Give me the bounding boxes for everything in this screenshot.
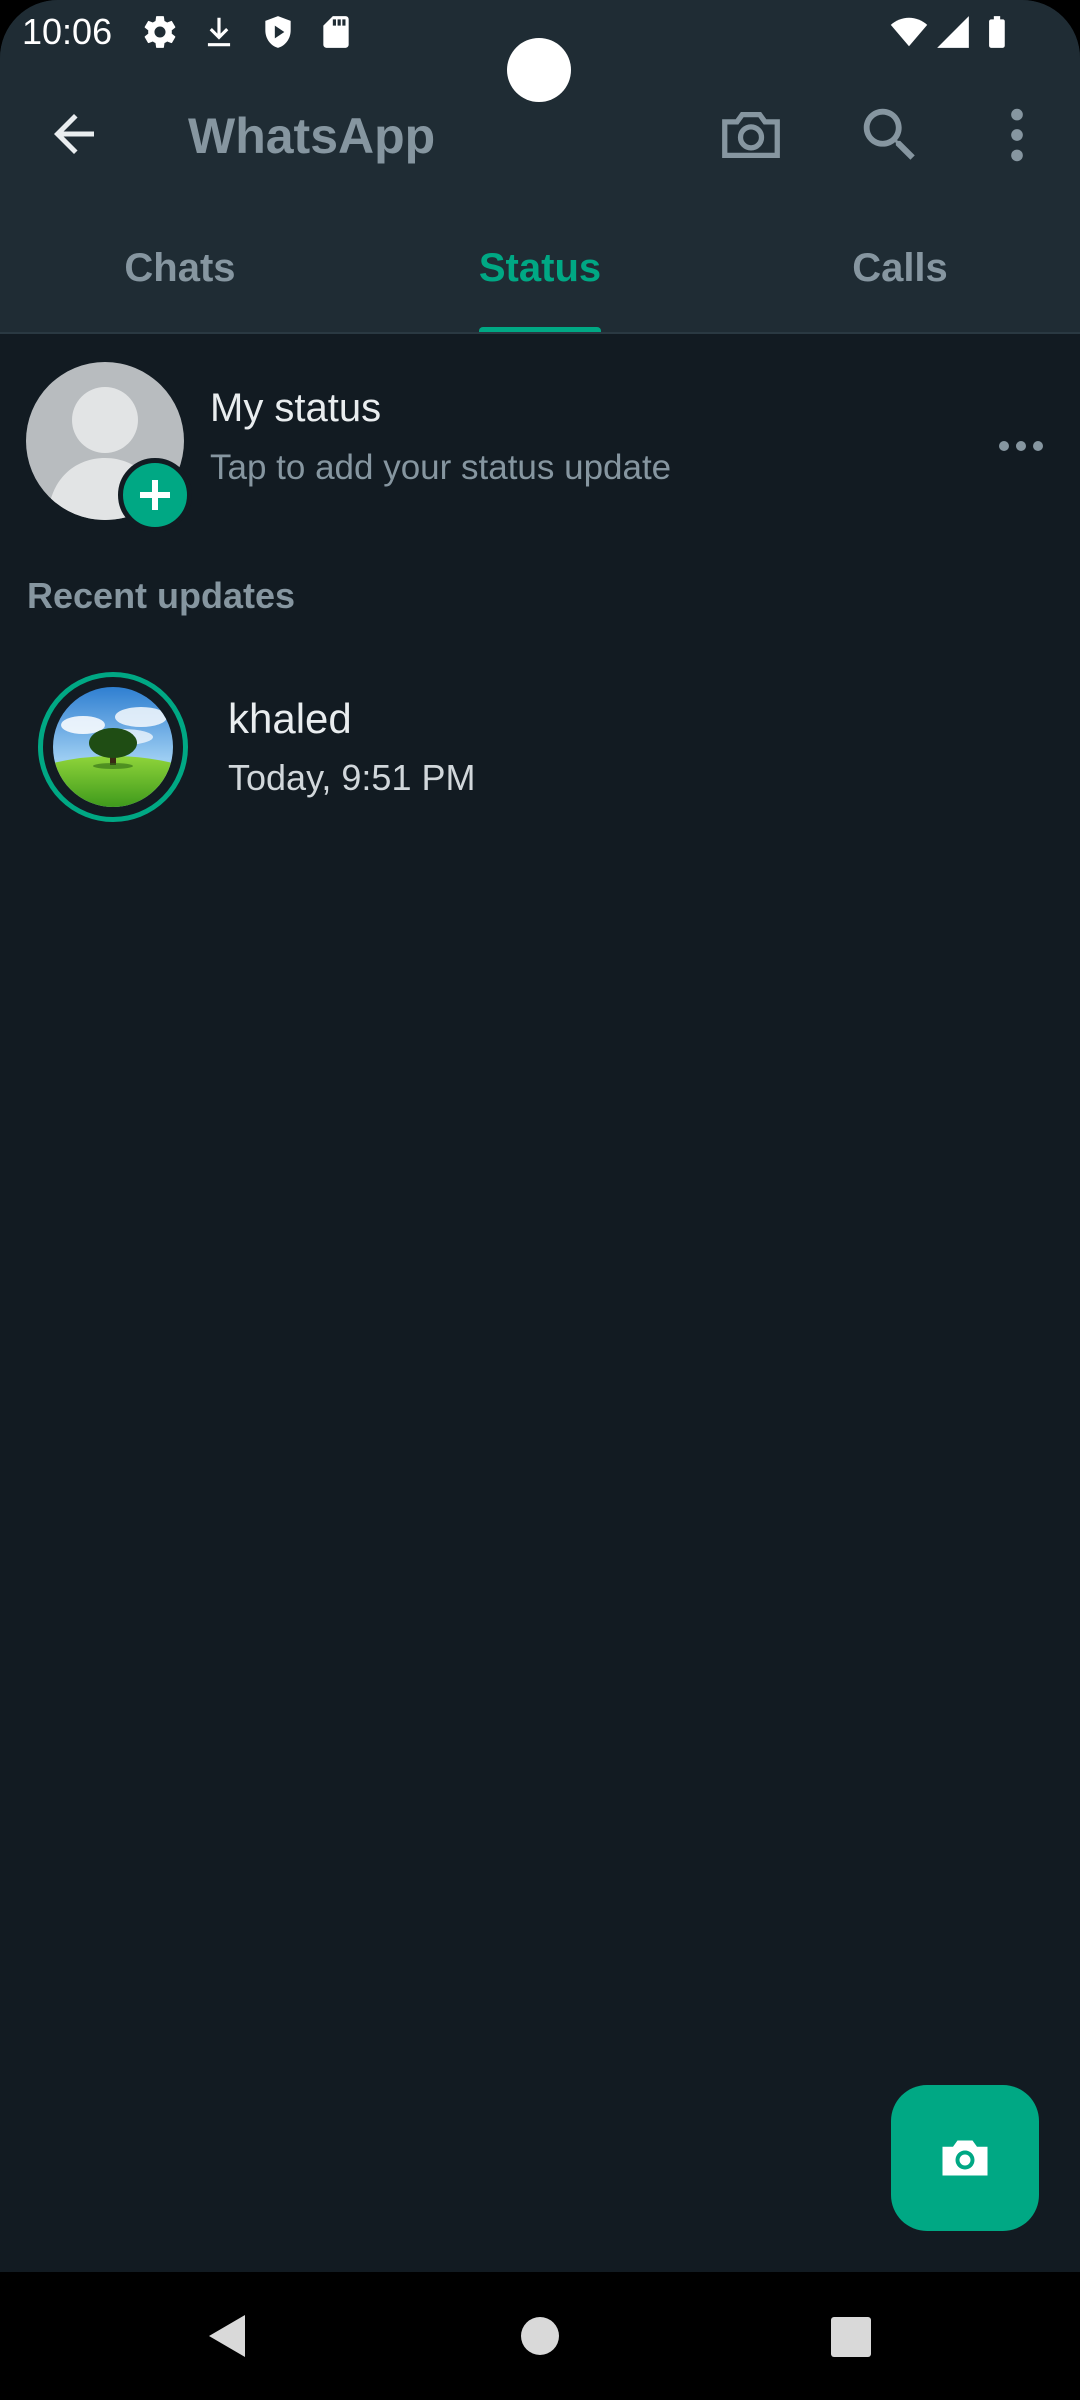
- my-status-row[interactable]: My status Tap to add your status update: [0, 350, 1080, 532]
- more-horizontal-icon[interactable]: [996, 426, 1046, 466]
- front-camera-cutout: [507, 38, 571, 102]
- home-circle-icon[interactable]: [520, 2316, 560, 2356]
- download-icon: [207, 17, 231, 47]
- unseen-status-ring: [38, 672, 188, 822]
- contact-name: khaled: [228, 695, 352, 742]
- tab-status[interactable]: Status: [360, 244, 720, 292]
- shield-icon: [265, 16, 291, 48]
- status-timestamp: Today, 9:51 PM: [228, 757, 476, 798]
- tree-landscape-image: [53, 687, 173, 807]
- add-status-badge[interactable]: [118, 458, 192, 532]
- search-icon[interactable]: [855, 100, 925, 170]
- my-status-title: My status: [210, 386, 382, 430]
- sd-card-icon: [323, 16, 349, 48]
- my-status-subtitle: Tap to add your status update: [210, 448, 672, 487]
- tab-bar: Chats Status Calls: [0, 222, 1080, 334]
- back-arrow-icon[interactable]: [44, 104, 104, 164]
- back-triangle-icon[interactable]: [203, 2311, 253, 2361]
- system-navigation-bar: [0, 2272, 1080, 2400]
- plus-icon: [140, 480, 170, 510]
- gear-icon: [144, 16, 176, 48]
- header-divider: [0, 332, 1080, 334]
- app-title: WhatsApp: [188, 108, 436, 164]
- status-list-item[interactable]: khaled Today, 9:51 PM: [0, 660, 1080, 830]
- clock: 10:06: [22, 11, 113, 52]
- tab-calls[interactable]: Calls: [720, 244, 1080, 292]
- camera-fab-button[interactable]: [891, 2085, 1039, 2231]
- battery-icon: [989, 16, 1005, 48]
- camera-icon[interactable]: [716, 100, 786, 170]
- whatsapp-status-screen: 10:06 WhatsApp Chats Status Calls My sta…: [0, 0, 1080, 2400]
- system-status-bar: 10:06: [0, 0, 1080, 102]
- recents-square-icon[interactable]: [830, 2316, 872, 2358]
- status-thumbnail: [53, 687, 173, 807]
- camera-icon: [942, 2140, 988, 2176]
- tab-chats[interactable]: Chats: [0, 244, 360, 292]
- wifi-icon: [890, 17, 928, 47]
- recent-updates-header: Recent updates: [27, 575, 296, 616]
- app-header: 10:06 WhatsApp Chats Status Calls: [0, 0, 1080, 334]
- cell-signal-icon: [937, 16, 969, 48]
- overflow-menu-icon[interactable]: [982, 100, 1052, 170]
